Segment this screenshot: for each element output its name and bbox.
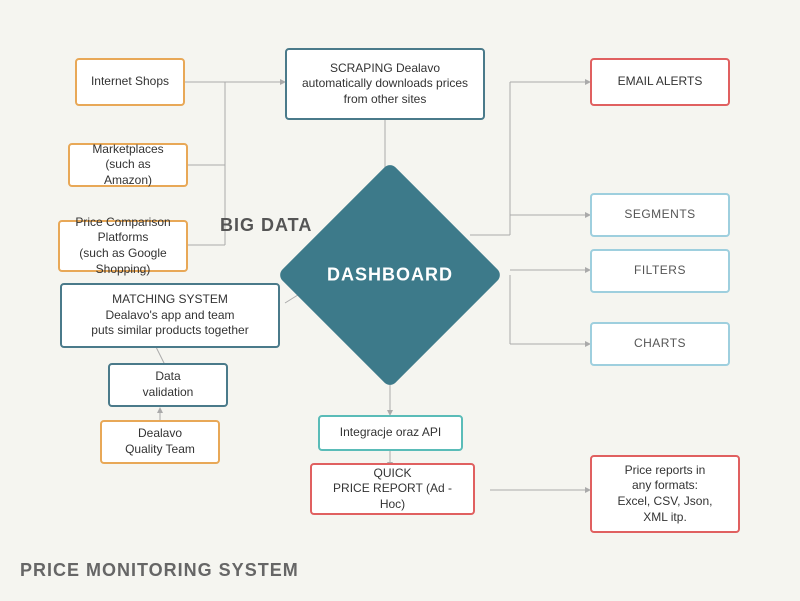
quick-price-box: QUICKPRICE REPORT (Ad - Hoc) [310, 463, 475, 515]
internet-shops-box: Internet Shops [75, 58, 185, 106]
price-comparison-box: Price Comparison Platforms(such as Googl… [58, 220, 188, 272]
scraping-box: SCRAPING Dealavoautomatically downloads … [285, 48, 485, 120]
integracje-box: Integracje oraz API [318, 415, 463, 451]
pms-label: PRICE MONITORING SYSTEM [20, 560, 299, 581]
price-reports-box: Price reports inany formats:Excel, CSV, … [590, 455, 740, 533]
segments-box: SEGMENTS [590, 193, 730, 237]
dealavo-quality-box: DealavoQuality Team [100, 420, 220, 464]
diagram: Internet Shops Marketplaces(such as Amaz… [0, 0, 800, 601]
charts-box: CHARTS [590, 322, 730, 366]
big-data-label: BIG DATA [220, 215, 312, 236]
email-alerts-box: EMAIL ALERTS [590, 58, 730, 106]
dashboard-diamond: DASHBOARD [310, 195, 470, 355]
matching-box: MATCHING SYSTEMDealavo's app and teamput… [60, 283, 280, 348]
filters-box: FILTERS [590, 249, 730, 293]
data-validation-box: Datavalidation [108, 363, 228, 407]
marketplaces-box: Marketplaces(such as Amazon) [68, 143, 188, 187]
